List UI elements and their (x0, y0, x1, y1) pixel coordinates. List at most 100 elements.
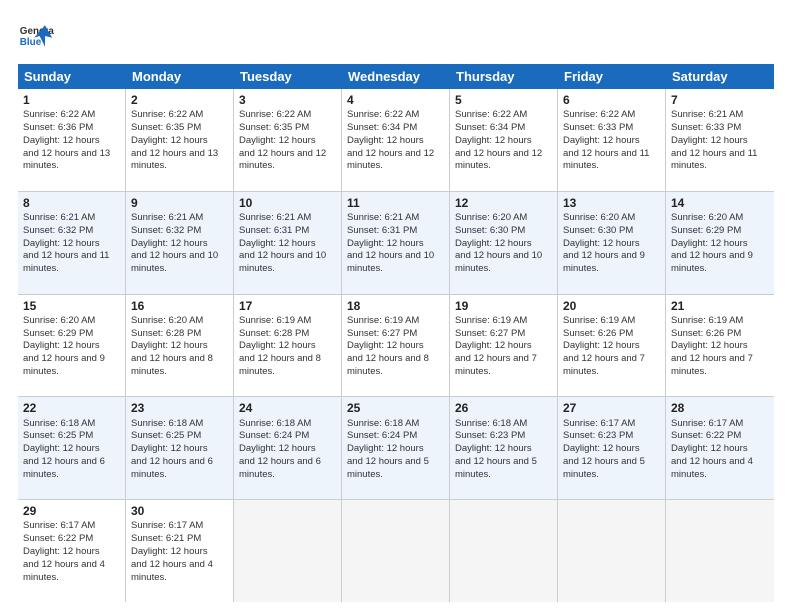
calendar-cell: 1Sunrise: 6:22 AMSunset: 6:36 PMDaylight… (18, 89, 126, 191)
calendar-week: 1Sunrise: 6:22 AMSunset: 6:36 PMDaylight… (18, 89, 774, 192)
day-number: 18 (347, 298, 444, 314)
day-number: 4 (347, 92, 444, 108)
calendar-cell: 6Sunrise: 6:22 AMSunset: 6:33 PMDaylight… (558, 89, 666, 191)
day-number: 13 (563, 195, 660, 211)
day-info: Sunrise: 6:18 AMSunset: 6:25 PMDaylight:… (131, 418, 213, 480)
calendar-body: 1Sunrise: 6:22 AMSunset: 6:36 PMDaylight… (18, 89, 774, 602)
day-number: 8 (23, 195, 120, 211)
calendar-header: SundayMondayTuesdayWednesdayThursdayFrid… (18, 64, 774, 89)
day-info: Sunrise: 6:22 AMSunset: 6:35 PMDaylight:… (239, 109, 326, 171)
day-number: 30 (131, 503, 228, 519)
calendar-cell: 12Sunrise: 6:20 AMSunset: 6:30 PMDayligh… (450, 192, 558, 294)
calendar-cell: 15Sunrise: 6:20 AMSunset: 6:29 PMDayligh… (18, 295, 126, 397)
calendar-cell (234, 500, 342, 602)
day-number: 6 (563, 92, 660, 108)
day-info: Sunrise: 6:22 AMSunset: 6:33 PMDaylight:… (563, 109, 649, 171)
day-number: 17 (239, 298, 336, 314)
calendar-week: 22Sunrise: 6:18 AMSunset: 6:25 PMDayligh… (18, 397, 774, 500)
day-info: Sunrise: 6:22 AMSunset: 6:34 PMDaylight:… (455, 109, 542, 171)
day-info: Sunrise: 6:19 AMSunset: 6:27 PMDaylight:… (347, 315, 429, 377)
day-number: 19 (455, 298, 552, 314)
day-info: Sunrise: 6:21 AMSunset: 6:31 PMDaylight:… (239, 212, 326, 274)
day-info: Sunrise: 6:21 AMSunset: 6:31 PMDaylight:… (347, 212, 434, 274)
day-number: 14 (671, 195, 769, 211)
day-info: Sunrise: 6:18 AMSunset: 6:25 PMDaylight:… (23, 418, 105, 480)
day-info: Sunrise: 6:17 AMSunset: 6:22 PMDaylight:… (671, 418, 753, 480)
svg-text:Blue: Blue (20, 37, 42, 48)
day-number: 23 (131, 400, 228, 416)
calendar-cell (558, 500, 666, 602)
day-number: 28 (671, 400, 769, 416)
day-info: Sunrise: 6:19 AMSunset: 6:26 PMDaylight:… (671, 315, 753, 377)
calendar-cell: 17Sunrise: 6:19 AMSunset: 6:28 PMDayligh… (234, 295, 342, 397)
calendar-cell: 8Sunrise: 6:21 AMSunset: 6:32 PMDaylight… (18, 192, 126, 294)
day-info: Sunrise: 6:19 AMSunset: 6:27 PMDaylight:… (455, 315, 537, 377)
calendar-cell: 4Sunrise: 6:22 AMSunset: 6:34 PMDaylight… (342, 89, 450, 191)
day-number: 16 (131, 298, 228, 314)
calendar-cell (342, 500, 450, 602)
logo-icon: General Blue (18, 18, 54, 54)
day-info: Sunrise: 6:17 AMSunset: 6:22 PMDaylight:… (23, 520, 105, 582)
day-info: Sunrise: 6:20 AMSunset: 6:30 PMDaylight:… (563, 212, 645, 274)
day-header-monday: Monday (126, 64, 234, 89)
day-info: Sunrise: 6:21 AMSunset: 6:32 PMDaylight:… (23, 212, 109, 274)
day-info: Sunrise: 6:18 AMSunset: 6:24 PMDaylight:… (239, 418, 321, 480)
day-number: 25 (347, 400, 444, 416)
logo: General Blue (18, 18, 54, 54)
calendar-cell: 9Sunrise: 6:21 AMSunset: 6:32 PMDaylight… (126, 192, 234, 294)
day-header-saturday: Saturday (666, 64, 774, 89)
calendar-cell: 18Sunrise: 6:19 AMSunset: 6:27 PMDayligh… (342, 295, 450, 397)
day-number: 11 (347, 195, 444, 211)
day-number: 27 (563, 400, 660, 416)
day-number: 24 (239, 400, 336, 416)
calendar-cell (666, 500, 774, 602)
calendar-cell: 16Sunrise: 6:20 AMSunset: 6:28 PMDayligh… (126, 295, 234, 397)
calendar-cell: 27 Sunrise: 6:17 AMSunset: 6:23 PMDayligh… (558, 397, 666, 499)
calendar-cell: 21Sunrise: 6:19 AMSunset: 6:26 PMDayligh… (666, 295, 774, 397)
calendar-cell: 2Sunrise: 6:22 AMSunset: 6:35 PMDaylight… (126, 89, 234, 191)
day-info: Sunrise: 6:18 AMSunset: 6:24 PMDaylight:… (347, 418, 429, 480)
calendar-week: 29Sunrise: 6:17 AMSunset: 6:22 PMDayligh… (18, 500, 774, 602)
calendar-cell: 30Sunrise: 6:17 AMSunset: 6:21 PMDayligh… (126, 500, 234, 602)
calendar-cell: 3Sunrise: 6:22 AMSunset: 6:35 PMDaylight… (234, 89, 342, 191)
calendar-week: 8Sunrise: 6:21 AMSunset: 6:32 PMDaylight… (18, 192, 774, 295)
day-number: 7 (671, 92, 769, 108)
day-number: 10 (239, 195, 336, 211)
calendar-cell: 19Sunrise: 6:19 AMSunset: 6:27 PMDayligh… (450, 295, 558, 397)
day-header-thursday: Thursday (450, 64, 558, 89)
calendar: SundayMondayTuesdayWednesdayThursdayFrid… (18, 64, 774, 602)
calendar-cell: 5Sunrise: 6:22 AMSunset: 6:34 PMDaylight… (450, 89, 558, 191)
calendar-cell: 7Sunrise: 6:21 AMSunset: 6:33 PMDaylight… (666, 89, 774, 191)
day-info: Sunrise: 6:22 AMSunset: 6:35 PMDaylight:… (131, 109, 218, 171)
calendar-cell: 25 Sunrise: 6:18 AMSunset: 6:24 PMDayligh… (342, 397, 450, 499)
calendar-week: 15Sunrise: 6:20 AMSunset: 6:29 PMDayligh… (18, 295, 774, 398)
day-number: 2 (131, 92, 228, 108)
calendar-cell: 13Sunrise: 6:20 AMSunset: 6:30 PMDayligh… (558, 192, 666, 294)
day-header-wednesday: Wednesday (342, 64, 450, 89)
day-info: Sunrise: 6:18 AMSunset: 6:23 PMDaylight:… (455, 418, 537, 480)
day-info: Sunrise: 6:17 AMSunset: 6:23 PMDaylight:… (563, 418, 645, 480)
day-info: Sunrise: 6:20 AMSunset: 6:29 PMDaylight:… (23, 315, 105, 377)
calendar-cell: 28 Sunrise: 6:17 AMSunset: 6:22 PMDayligh… (666, 397, 774, 499)
day-number: 20 (563, 298, 660, 314)
calendar-cell: 14Sunrise: 6:20 AMSunset: 6:29 PMDayligh… (666, 192, 774, 294)
day-number: 12 (455, 195, 552, 211)
day-number: 1 (23, 92, 120, 108)
day-number: 26 (455, 400, 552, 416)
day-info: Sunrise: 6:19 AMSunset: 6:26 PMDaylight:… (563, 315, 645, 377)
day-number: 3 (239, 92, 336, 108)
day-info: Sunrise: 6:22 AMSunset: 6:36 PMDaylight:… (23, 109, 110, 171)
day-header-friday: Friday (558, 64, 666, 89)
calendar-cell: 20Sunrise: 6:19 AMSunset: 6:26 PMDayligh… (558, 295, 666, 397)
day-number: 9 (131, 195, 228, 211)
day-number: 5 (455, 92, 552, 108)
day-info: Sunrise: 6:21 AMSunset: 6:32 PMDaylight:… (131, 212, 218, 274)
calendar-cell: 10Sunrise: 6:21 AMSunset: 6:31 PMDayligh… (234, 192, 342, 294)
day-info: Sunrise: 6:20 AMSunset: 6:28 PMDaylight:… (131, 315, 213, 377)
day-info: Sunrise: 6:17 AMSunset: 6:21 PMDaylight:… (131, 520, 213, 582)
calendar-cell: 22Sunrise: 6:18 AMSunset: 6:25 PMDayligh… (18, 397, 126, 499)
day-info: Sunrise: 6:20 AMSunset: 6:30 PMDaylight:… (455, 212, 542, 274)
day-number: 29 (23, 503, 120, 519)
day-number: 15 (23, 298, 120, 314)
day-number: 21 (671, 298, 769, 314)
